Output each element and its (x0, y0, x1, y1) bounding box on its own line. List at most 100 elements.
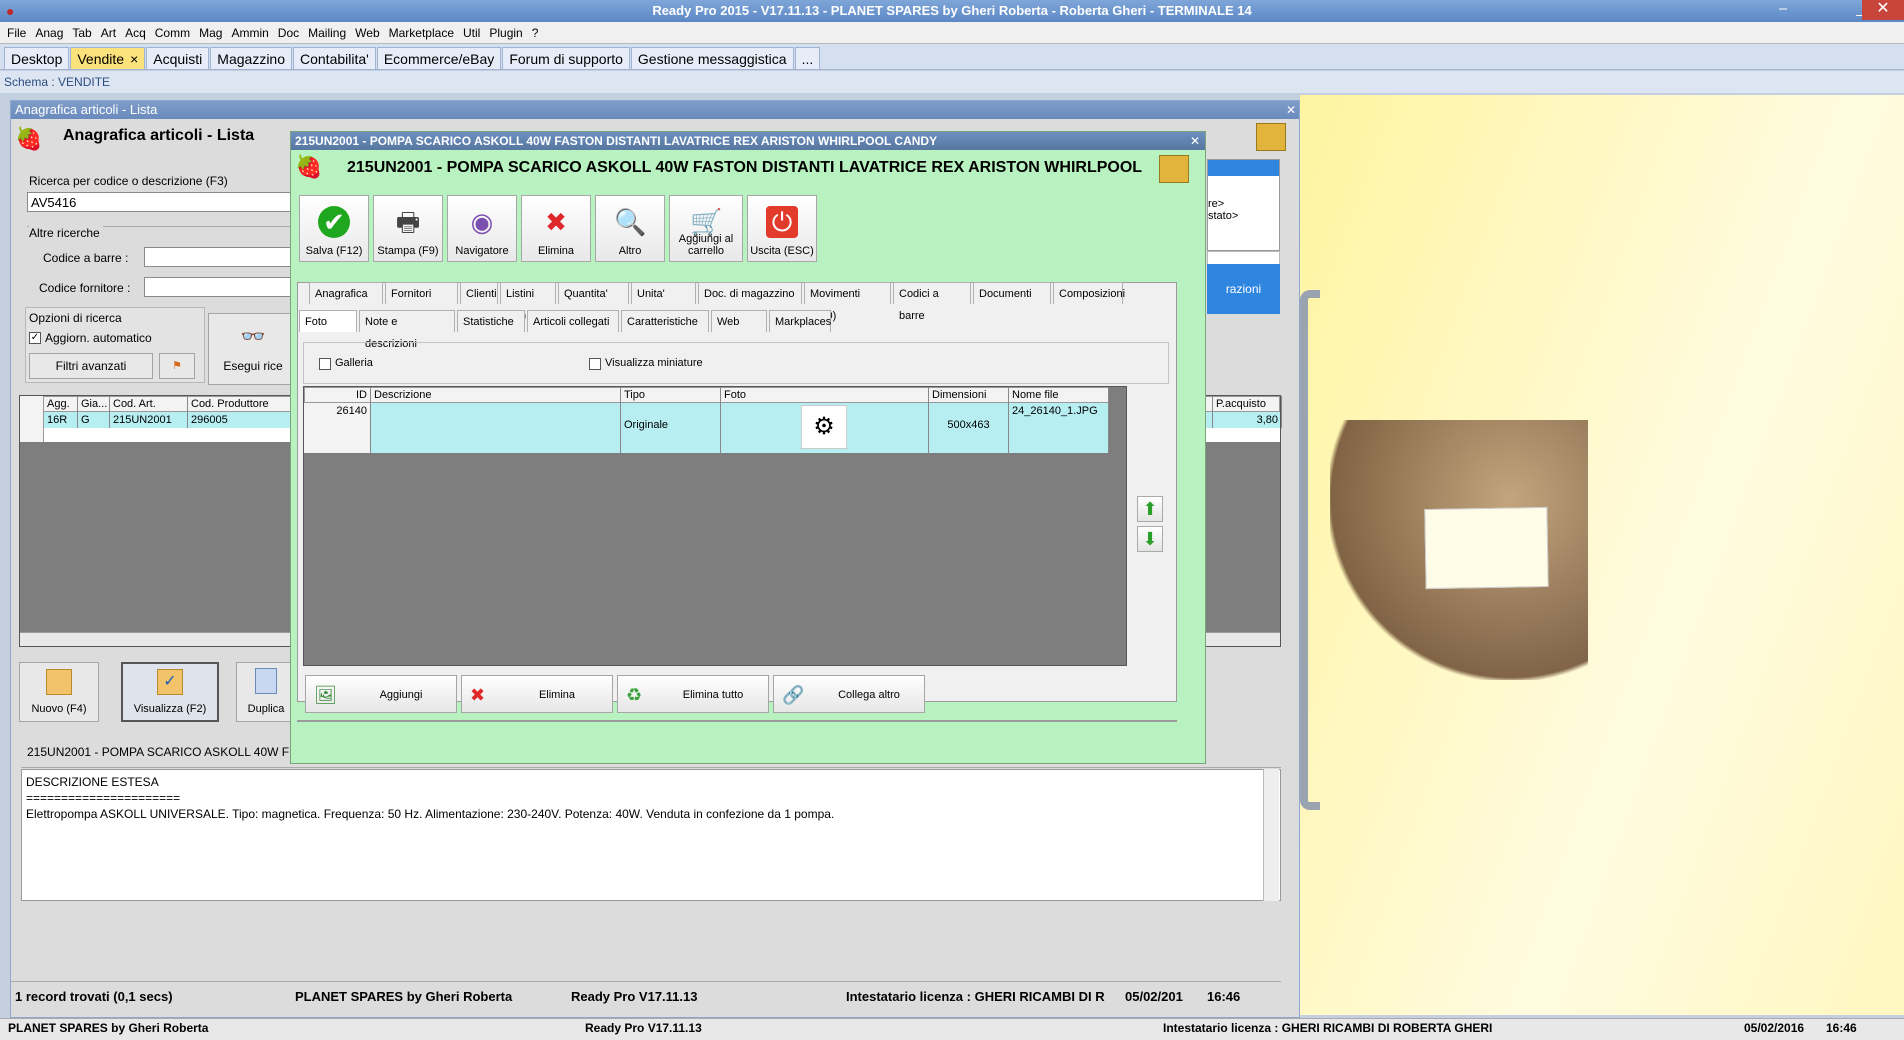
add-photo-icon: 🖼 (314, 685, 337, 705)
link-icon: 🔗 (782, 685, 805, 705)
module-tab[interactable]: ... (794, 47, 821, 69)
operazioni-button[interactable]: razioni (1207, 264, 1280, 314)
miniature-checkbox[interactable] (589, 358, 601, 370)
visualizza-button[interactable]: ✓ Visualizza (F2) (121, 662, 219, 722)
dialog-close-icon[interactable]: ✕ (1190, 132, 1200, 150)
arrow-down-icon: ⬇ (1142, 529, 1158, 549)
dialog-subtab[interactable]: Articoli collegati (527, 310, 619, 332)
photo-grid: ID Descrizione Tipo Foto Dimensioni Nome… (303, 386, 1127, 666)
toolbar-button[interactable]: 🖶 Stampa (F9) (373, 195, 443, 262)
pump-thumbnail[interactable]: ⚙ (801, 405, 847, 449)
module-tab[interactable]: Forum di supporto (502, 47, 630, 69)
dialog-subtab[interactable]: Note e descrizioni (359, 310, 455, 350)
menu-item[interactable]: Acq (125, 26, 146, 40)
menu-item[interactable]: Util (463, 26, 480, 40)
list-close-icon[interactable]: ✕ (1286, 101, 1296, 119)
cell-dimensioni: 500x463 (929, 403, 1009, 453)
dialog-subtab[interactable]: Statistiche (457, 310, 525, 332)
menu-item[interactable]: Plugin (489, 26, 522, 40)
menu-item[interactable]: Marketplace (389, 26, 454, 40)
dialog-tab[interactable]: Clienti (460, 282, 498, 304)
dialog-tab[interactable]: Quantita' (F8) (558, 282, 629, 322)
aggiorn-checkbox[interactable]: ✓ (29, 332, 41, 344)
dialog-tab[interactable]: Fornitori (F6) (385, 282, 458, 322)
move-up-button[interactable]: ⬆ (1137, 496, 1163, 522)
status-license: Intestatario licenza : GHERI RICAMBI DI … (846, 989, 1105, 1004)
codice-fornitore-input[interactable] (144, 277, 304, 297)
desc-scrollbar[interactable] (1263, 769, 1279, 901)
toolbar-button[interactable]: ◉ Navigatore (447, 195, 517, 262)
dialog-subtab[interactable]: Markplaces (769, 310, 831, 332)
cell-agg: 16R (44, 412, 78, 428)
menu-item[interactable]: Mailing (308, 26, 346, 40)
menu-item[interactable]: Doc (278, 26, 299, 40)
module-tab[interactable]: Desktop (4, 47, 70, 69)
strawberry-icon: 🍓 (15, 126, 43, 151)
esegui-ricerca-button[interactable]: 👓 Esegui rice (208, 313, 298, 385)
desc-text-area[interactable]: DESCRIZIONE ESTESA =====================… (21, 769, 1281, 901)
menu-item[interactable]: Anag (35, 26, 63, 40)
move-down-button[interactable]: ⬇ (1137, 526, 1163, 552)
aggiorn-label: Aggiorn. automatico (45, 331, 152, 345)
toolbar-button[interactable]: 🛒 Aggiungi al carrello (669, 195, 743, 262)
menu-item[interactable]: Tab (72, 26, 91, 40)
menu-item[interactable]: Mag (199, 26, 222, 40)
dialog-tab[interactable]: Codici a barre (893, 282, 971, 322)
close-button[interactable]: ✕ (1862, 0, 1904, 20)
toolbar-button[interactable]: ⏻ Uscita (ESC) (747, 195, 817, 262)
box-icon (1256, 123, 1286, 151)
restore-button[interactable]: ⎯ (1762, 0, 1804, 20)
duplica-button[interactable]: Duplica (236, 662, 296, 722)
module-tab[interactable]: Vendite × (70, 47, 146, 69)
photo-action-button[interactable]: ♻ Elimina tutto (617, 675, 769, 713)
toolbar-button[interactable]: ✔ Salva (F12) (299, 195, 369, 262)
menu-item[interactable]: ? (532, 26, 539, 40)
module-tab[interactable]: Gestione messaggistica (630, 47, 794, 69)
toolbar-button[interactable]: 🔍 Altro (595, 195, 665, 262)
menu-item[interactable]: Art (101, 26, 116, 40)
photo-action-button[interactable]: 🖼 Aggiungi (305, 675, 457, 713)
box-icon (1159, 155, 1189, 183)
module-tab-label: Ecommerce/eBay (383, 51, 495, 67)
photo-action-label: Elimina (538, 689, 576, 701)
filtri-avanzati-button[interactable]: Filtri avanzati (29, 353, 153, 379)
module-tab[interactable]: Contabilita' (293, 47, 376, 69)
dialog-tab[interactable]: Unita' misura (631, 282, 696, 322)
search-input[interactable] (27, 192, 302, 212)
menu-item[interactable]: File (7, 26, 26, 40)
col-foto: Foto (721, 387, 929, 403)
delete-icon: ✖ (470, 685, 486, 705)
dialog-tab[interactable]: Movimenti (F10) (804, 282, 891, 322)
toolbar-button-label: Altro (618, 245, 642, 257)
dialog-title: 215UN2001 - POMPA SCARICO ASKOLL 40W FAS… (291, 132, 1205, 150)
menu-item[interactable]: Web (355, 26, 379, 40)
filter-icon[interactable]: ⚑ (159, 353, 195, 379)
module-tab-label: Acquisti (153, 51, 203, 67)
app-status-date: 05/02/2016 (1744, 1021, 1805, 1035)
dialog-tab[interactable]: Anagrafica (F5) (309, 282, 383, 322)
desc-line: ====================== (26, 791, 181, 805)
exit-icon: ⏻ (766, 206, 798, 238)
module-tabbar: Desktop Vendite × Acquisti Magazzino Contabil… (0, 44, 1904, 70)
galleria-checkbox[interactable] (319, 358, 331, 370)
dialog-subtab[interactable]: Foto (299, 310, 357, 332)
dialog-subtab[interactable]: Caratteristiche (621, 310, 709, 332)
photo-action-button[interactable]: 🔗 Collega altro (773, 675, 925, 713)
dialog-tab[interactable]: Listini (F7) (500, 282, 556, 322)
module-tab[interactable]: Ecommerce/eBay (376, 47, 502, 69)
app-logo-icon: ● (6, 3, 15, 19)
dialog-tab[interactable]: Composizioni (1053, 282, 1125, 304)
nuovo-button[interactable]: Nuovo (F4) (19, 662, 99, 722)
menu-item[interactable]: Ammin (231, 26, 268, 40)
dialog-tab[interactable]: Doc. di magazzino (698, 282, 802, 304)
menu-item[interactable]: Comm (155, 26, 190, 40)
opzioni-label: Opzioni di ricerca (29, 311, 122, 325)
module-tab[interactable]: Magazzino (210, 47, 292, 69)
dialog-tab[interactable]: Documenti (973, 282, 1051, 304)
codice-barre-input[interactable] (144, 247, 304, 267)
tab-close-icon[interactable]: × (130, 51, 138, 67)
module-tab[interactable]: Acquisti (146, 47, 210, 69)
toolbar-button[interactable]: ✖ Elimina (521, 195, 591, 262)
dialog-subtab[interactable]: Web (711, 310, 767, 332)
photo-action-button[interactable]: ✖ Elimina (461, 675, 613, 713)
